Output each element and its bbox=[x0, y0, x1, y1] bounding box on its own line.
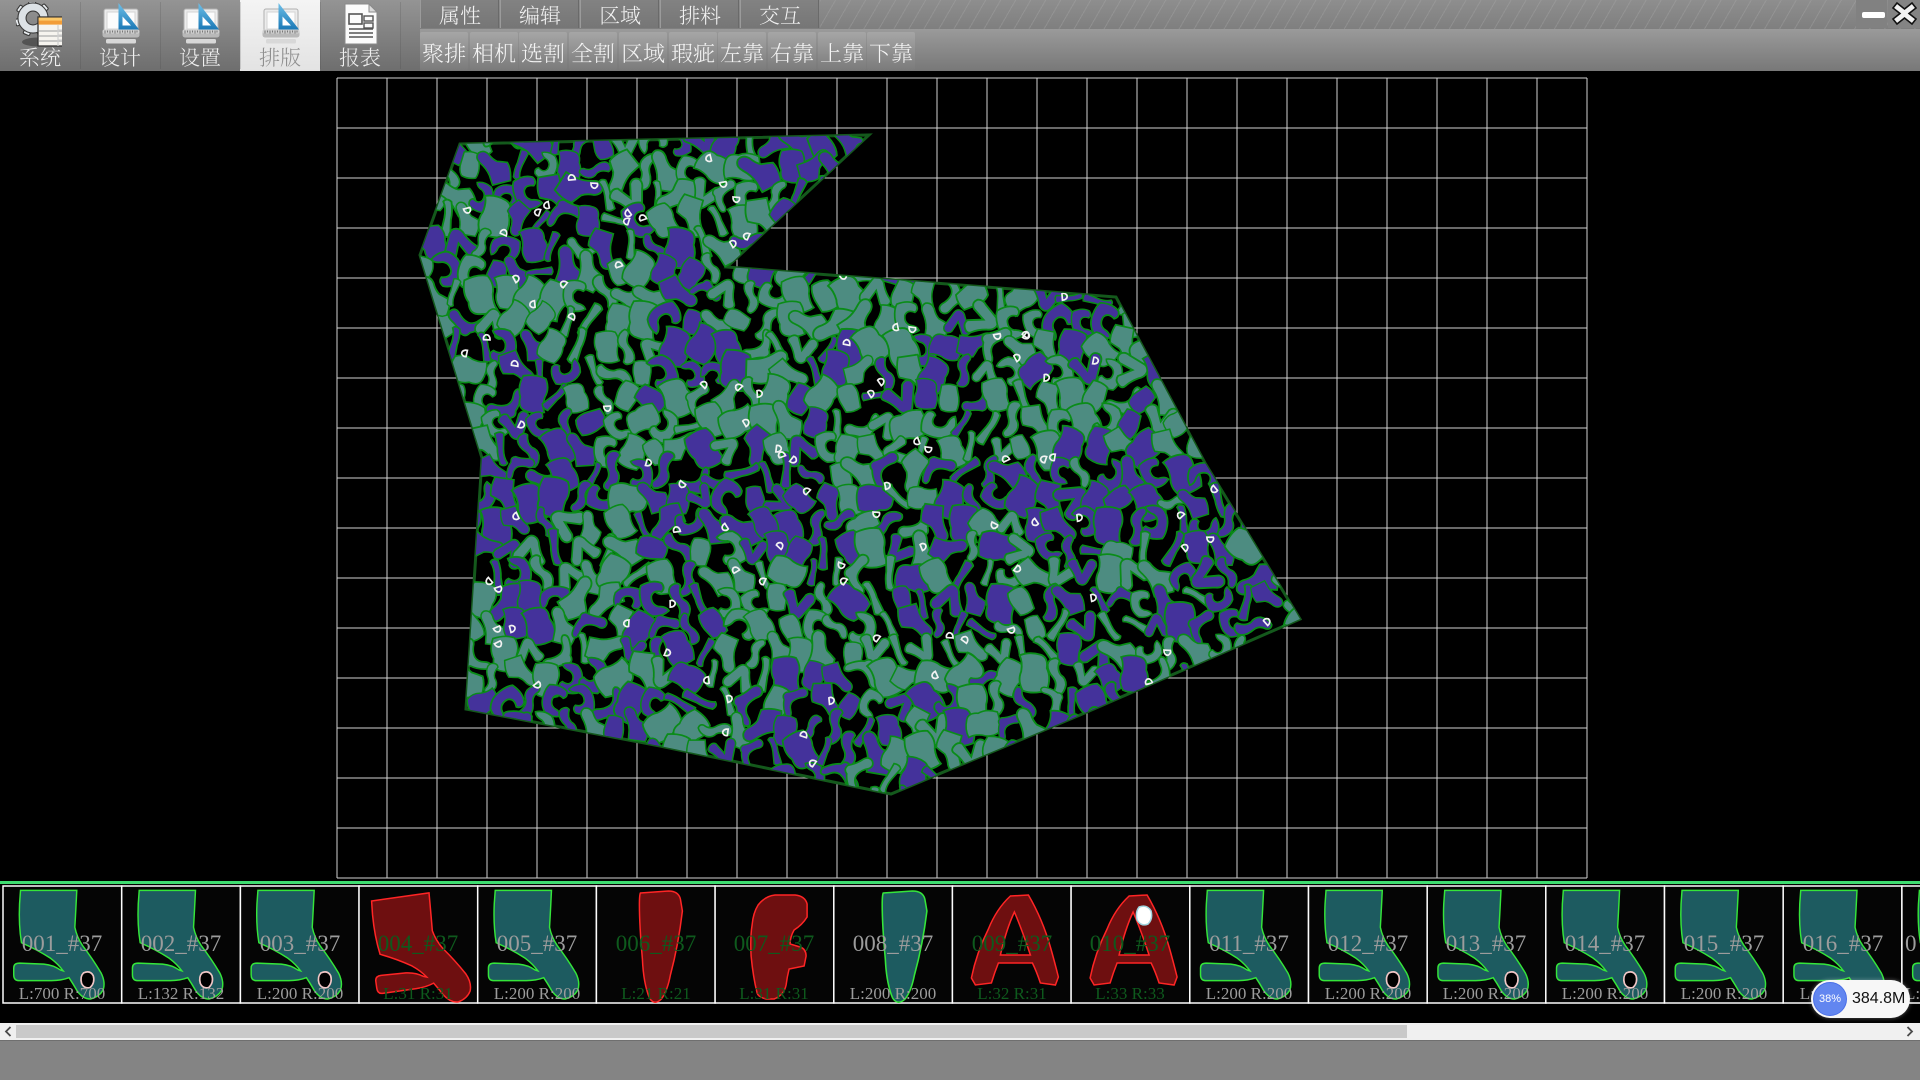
svg-text:L:31 R:31: L:31 R:31 bbox=[383, 984, 452, 1003]
svg-text:005_#37: 005_#37 bbox=[497, 931, 578, 956]
svg-text:L:700 R:700: L:700 R:700 bbox=[19, 984, 105, 1003]
svg-text:006_#37: 006_#37 bbox=[616, 931, 697, 956]
svg-text:L:132 R:132: L:132 R:132 bbox=[138, 984, 224, 1003]
svg-text:001_#37: 001_#37 bbox=[22, 931, 103, 956]
svg-text:010_#37: 010_#37 bbox=[1090, 931, 1171, 956]
svg-text:014_#37: 014_#37 bbox=[1565, 931, 1646, 956]
svg-text:007_#37: 007_#37 bbox=[734, 931, 815, 956]
svg-text:L:200 R:200: L:200 R:200 bbox=[257, 984, 343, 1003]
svg-text:L:21 R:21: L:21 R:21 bbox=[621, 984, 690, 1003]
svg-text:002_#37: 002_#37 bbox=[141, 931, 222, 956]
svg-text:L:200 R:200: L:200 R:200 bbox=[1325, 984, 1411, 1003]
svg-text:L:33 R:33: L:33 R:33 bbox=[1095, 984, 1164, 1003]
svg-text:L:200 R:200: L:200 R:200 bbox=[850, 984, 936, 1003]
svg-text:L:200 R:200: L:200 R:200 bbox=[1562, 984, 1648, 1003]
svg-text:L:200 R:200: L:200 R:200 bbox=[1443, 984, 1529, 1003]
svg-text:004_#37: 004_#37 bbox=[378, 931, 459, 956]
svg-text:003_#37: 003_#37 bbox=[260, 931, 341, 956]
svg-text:L:200 R:200: L:200 R:200 bbox=[494, 984, 580, 1003]
svg-text:016_#37: 016_#37 bbox=[1803, 931, 1884, 956]
svg-text:012_#37: 012_#37 bbox=[1328, 931, 1409, 956]
svg-text:L:200 R:200: L:200 R:200 bbox=[1681, 984, 1767, 1003]
svg-text:009_#37: 009_#37 bbox=[972, 931, 1053, 956]
svg-text:L:32 R:31: L:32 R:31 bbox=[977, 984, 1046, 1003]
svg-text:0: 0 bbox=[1905, 931, 1917, 956]
svg-text:011_#37: 011_#37 bbox=[1209, 931, 1289, 956]
svg-text:008_#37: 008_#37 bbox=[853, 931, 934, 956]
svg-text:015_#37: 015_#37 bbox=[1684, 931, 1765, 956]
svg-text:L:200 R:200: L:200 R:200 bbox=[1206, 984, 1292, 1003]
svg-text:L:31 R:31: L:31 R:31 bbox=[739, 984, 808, 1003]
svg-text:013_#37: 013_#37 bbox=[1446, 931, 1527, 956]
